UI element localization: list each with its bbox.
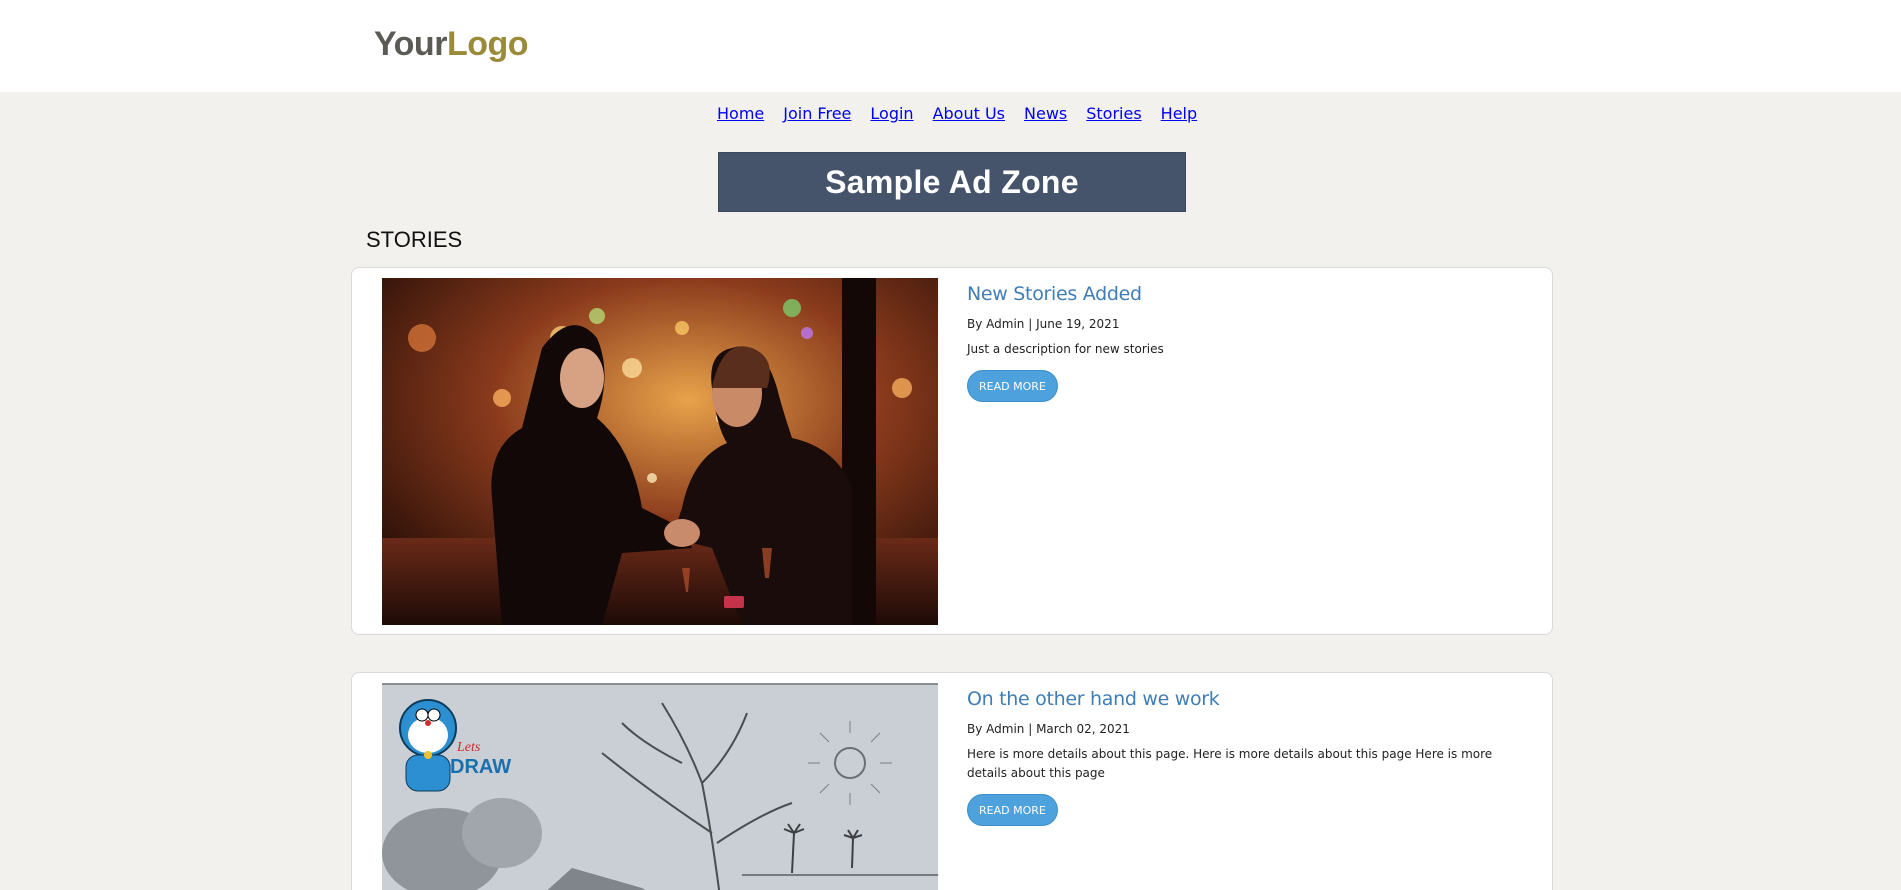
couple-dinner-photo	[382, 278, 938, 625]
nav-login[interactable]: Login	[870, 104, 913, 123]
section-title: STORIES	[366, 227, 463, 252]
story-description: Just a description for new stories	[967, 342, 1164, 356]
nav-help[interactable]: Help	[1161, 104, 1197, 123]
site-header: YourLogo	[0, 0, 1901, 92]
svg-text:DRAW: DRAW	[450, 756, 511, 778]
logo-part-logo: Logo	[446, 25, 529, 63]
story-card: Lets DRAW On the other hand we work By A…	[351, 672, 1553, 890]
nav-join-free[interactable]: Join Free	[783, 104, 851, 123]
story-title[interactable]: On the other hand we work	[967, 687, 1527, 711]
story-content: On the other hand we work By Admin | Mar…	[967, 687, 1527, 826]
main-nav: Home Join Free Login About Us News Stori…	[717, 104, 1197, 123]
story-description: Here is more details about this page. He…	[967, 747, 1493, 780]
ad-label: Sample Ad Zone	[825, 163, 1079, 200]
read-more-button[interactable]: READ MORE	[967, 370, 1058, 402]
lets-draw-sketch-photo: Lets DRAW	[382, 683, 938, 890]
nav-stories[interactable]: Stories	[1086, 104, 1141, 123]
story-meta: By Admin | March 02, 2021	[967, 722, 1130, 736]
nav-about-us[interactable]: About Us	[933, 104, 1005, 123]
ad-banner[interactable]: Sample Ad Zone	[718, 152, 1186, 212]
logo-part-your: Your	[374, 25, 447, 63]
story-image-sketch[interactable]: Lets DRAW	[382, 683, 938, 890]
story-title[interactable]: New Stories Added	[967, 282, 1527, 306]
nav-news[interactable]: News	[1024, 104, 1067, 123]
read-more-button[interactable]: READ MORE	[967, 794, 1058, 826]
story-card: New Stories Added By Admin | June 19, 20…	[351, 267, 1553, 635]
story-meta: By Admin | June 19, 2021	[967, 317, 1120, 331]
svg-text:Lets: Lets	[456, 740, 481, 755]
story-content: New Stories Added By Admin | June 19, 20…	[967, 282, 1527, 402]
nav-home[interactable]: Home	[717, 104, 764, 123]
story-image-couple[interactable]	[382, 278, 938, 625]
site-logo[interactable]: YourLogo	[374, 24, 529, 64]
